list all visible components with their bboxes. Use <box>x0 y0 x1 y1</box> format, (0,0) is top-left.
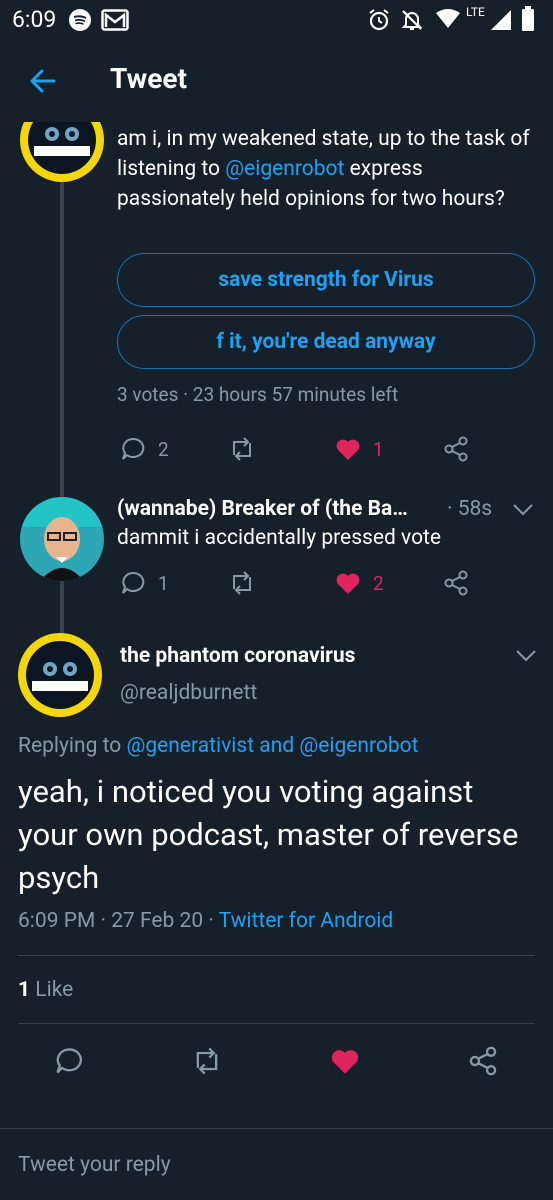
retweet-action[interactable] <box>191 1047 223 1075</box>
chevron-down-icon[interactable] <box>512 502 534 521</box>
retweet-icon <box>228 437 256 461</box>
gmail-icon <box>101 9 129 35</box>
retweet-action[interactable] <box>228 437 256 461</box>
reply-input[interactable]: Tweet your reply <box>18 1153 171 1177</box>
main-tweet-text: yeah, i noticed you voting against your … <box>18 773 519 896</box>
tweet-source[interactable]: Twitter for Android <box>219 909 394 933</box>
share-action[interactable] <box>468 1046 498 1076</box>
poll-tweet-text: am i, in my weakened state, up to the ta… <box>117 124 537 214</box>
tweet-timestamp: 6:09 PM · 27 Feb 20 · <box>18 909 219 933</box>
app-bar: Tweet <box>0 40 553 122</box>
mute-icon <box>400 8 424 36</box>
reply-icon <box>120 436 146 462</box>
status-bar: 6:09 LTE <box>0 0 553 40</box>
reply-action[interactable]: 2 <box>120 436 169 462</box>
reply-count: 2 <box>158 437 169 461</box>
retweet-icon <box>228 571 256 595</box>
avatar[interactable] <box>18 633 102 717</box>
avatar[interactable] <box>20 497 104 581</box>
replying-to: Replying to @generativist and @eigenrobo… <box>18 734 419 758</box>
divider <box>18 955 535 956</box>
signal-icon <box>490 9 512 35</box>
like-count: 1 <box>373 437 384 461</box>
battery-icon <box>521 6 535 36</box>
share-icon <box>443 570 469 596</box>
reply-action[interactable]: 1 <box>120 570 169 596</box>
replying-and: and <box>254 734 300 758</box>
reply-icon <box>120 570 146 596</box>
poll-option[interactable]: f it, you're dead anyway <box>117 315 535 369</box>
network-type: LTE <box>466 5 485 19</box>
share-icon <box>468 1046 498 1076</box>
mention-link[interactable]: @eigenrobot <box>299 734 418 758</box>
reply-text: dammit i accidentally pressed vote <box>117 526 442 550</box>
poll-summary: 3 votes · 23 hours 57 minutes left <box>117 383 399 406</box>
arrow-left-icon[interactable] <box>26 64 60 98</box>
heart-icon <box>335 571 361 595</box>
reply-action[interactable] <box>54 1046 84 1076</box>
chevron-down-icon[interactable] <box>515 648 537 667</box>
replying-prefix: Replying to <box>18 734 127 758</box>
status-time: 6:09 <box>12 6 57 33</box>
page-title: Tweet <box>110 62 187 95</box>
likes-count: 1 <box>18 978 31 1002</box>
wifi-icon <box>435 9 461 33</box>
thread-line <box>60 580 64 635</box>
divider <box>18 1023 535 1024</box>
poll-option[interactable]: save strength for Virus <box>117 253 535 307</box>
reply-count: 1 <box>158 571 169 595</box>
likes-summary[interactable]: 1 Like <box>18 978 73 1002</box>
reply-icon <box>54 1046 84 1076</box>
retweet-action[interactable] <box>228 571 256 595</box>
share-icon <box>443 436 469 462</box>
like-action[interactable]: 2 <box>335 571 384 595</box>
like-action[interactable] <box>330 1047 360 1075</box>
heart-icon <box>335 437 361 461</box>
mention-link[interactable]: @generativist <box>126 734 254 758</box>
reply-time: · 58s <box>447 497 493 521</box>
like-count: 2 <box>373 571 384 595</box>
tweet-meta: 6:09 PM · 27 Feb 20 · Twitter for Androi… <box>18 909 393 933</box>
main-handle[interactable]: @realjdburnett <box>120 681 257 705</box>
share-action[interactable] <box>443 436 469 462</box>
share-action[interactable] <box>443 570 469 596</box>
thread-line <box>60 180 64 500</box>
reply-author[interactable]: (wannabe) Breaker of (the Ba… <box>117 497 408 521</box>
spotify-icon <box>68 8 92 36</box>
retweet-icon <box>191 1047 223 1075</box>
alarm-icon <box>367 8 391 36</box>
mention-link[interactable]: @eigenrobot <box>225 157 344 181</box>
heart-icon <box>330 1047 360 1075</box>
reply-composer[interactable]: Tweet your reply <box>0 1128 553 1200</box>
like-action[interactable]: 1 <box>335 437 384 461</box>
likes-label: Like <box>30 978 74 1002</box>
main-author[interactable]: the phantom coronavirus <box>120 644 355 668</box>
